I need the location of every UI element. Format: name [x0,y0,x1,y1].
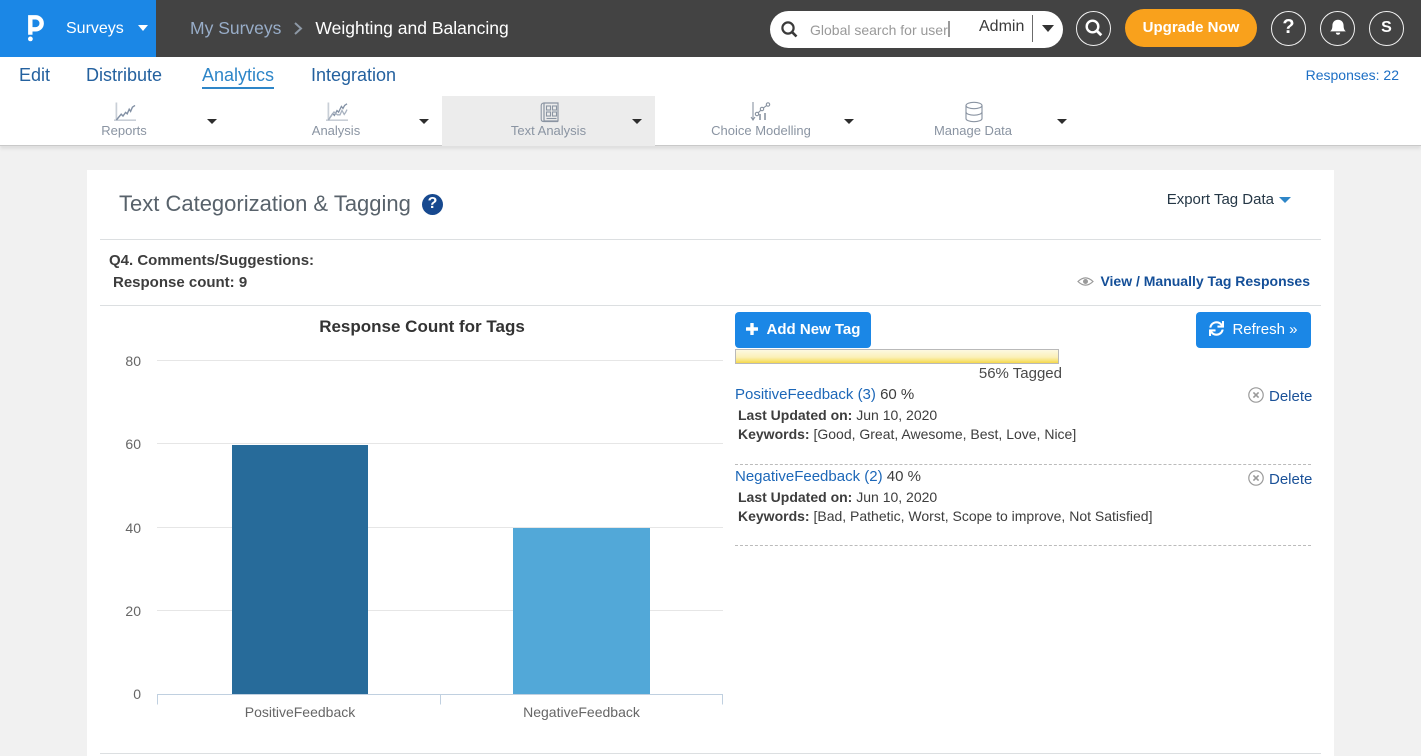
svg-text:20: 20 [125,603,141,619]
svg-text:NegativeFeedback: NegativeFeedback [523,704,641,720]
svg-text:40: 40 [125,520,141,536]
svg-text:60: 60 [125,436,141,452]
svg-text:0: 0 [133,686,141,702]
svg-text:80: 80 [125,353,141,369]
svg-text:Response Count for Tags: Response Count for Tags [319,317,525,336]
svg-text:PositiveFeedback: PositiveFeedback [245,704,357,720]
